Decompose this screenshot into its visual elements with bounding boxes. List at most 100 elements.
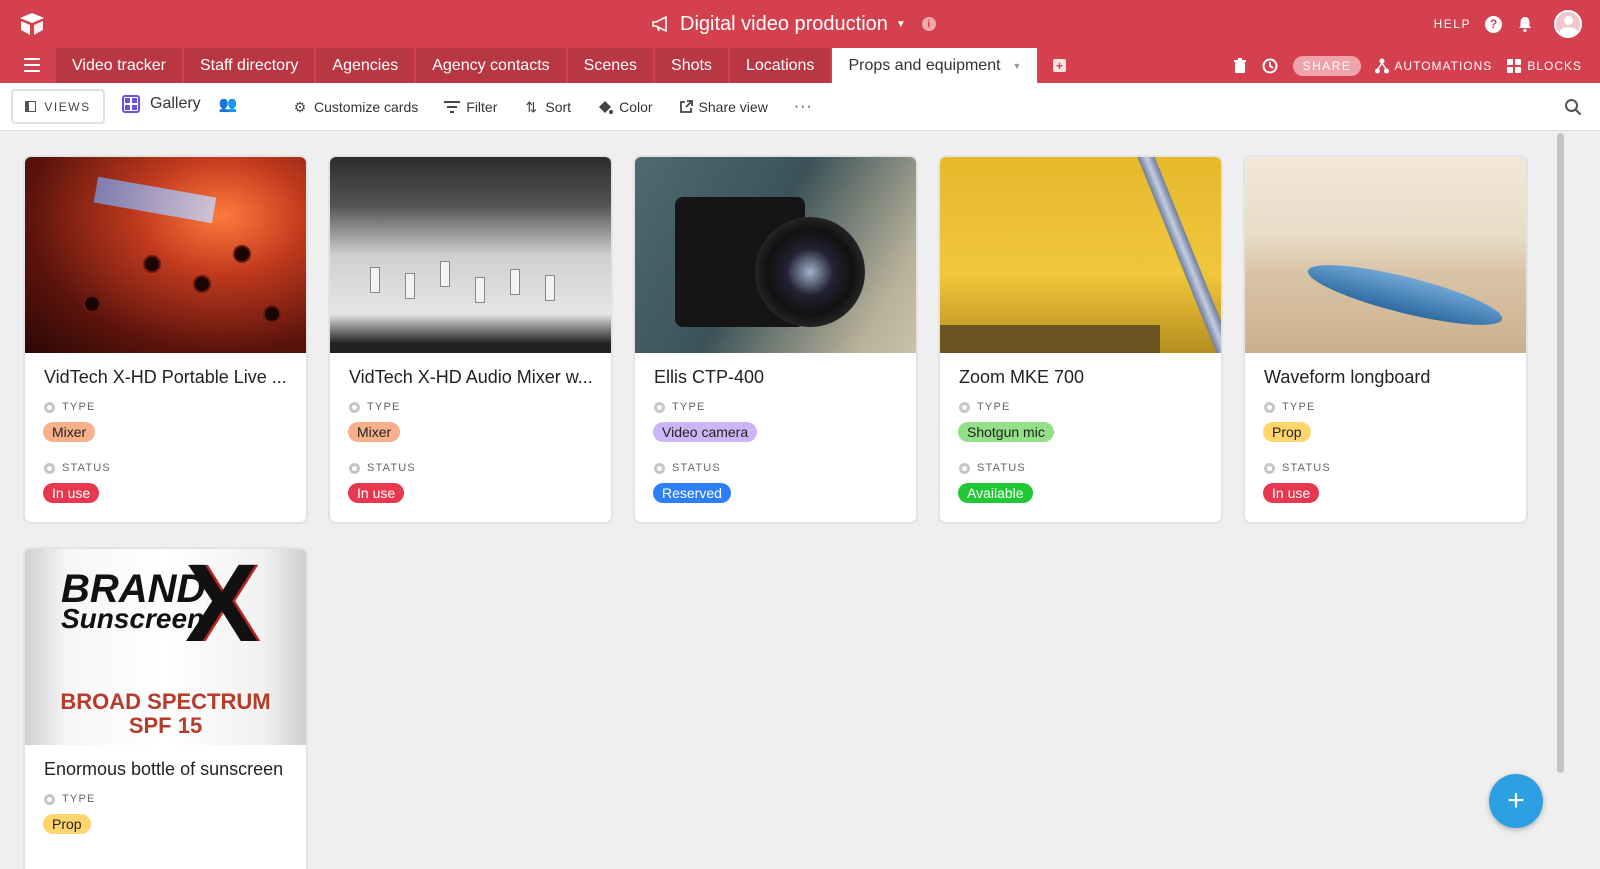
gallery-card[interactable]: Ellis CTP-400 TYPE Video camera STATUS R… [635,157,916,522]
chevron-down-icon[interactable]: ▼ [1013,61,1022,71]
field-type-icon [959,462,970,474]
gallery-card[interactable]: VidTech X-HD Audio Mixer w... TYPE Mixer… [330,157,611,522]
field-type-icon [44,793,55,805]
filter-button[interactable]: Filter [444,99,497,115]
sunscreen-logo-sub: Sunscreen [61,603,205,634]
tab-agency-contacts[interactable]: Agency contacts [416,48,566,83]
tab-label: Props and equipment [848,56,1001,74]
card-cover-image [25,157,306,353]
megaphone-icon [652,16,667,32]
gallery-card[interactable]: X BRAND Sunscreen BROAD SPECTRUM SPF 15 … [25,549,306,869]
avatar[interactable] [1554,10,1582,38]
people-icon[interactable]: 👥 [219,95,238,113]
table-tabs-bar: Video tracker Staff directory Agencies A… [0,48,1600,83]
automations-button[interactable]: AUTOMATIONS [1375,58,1492,74]
card-cover-image [635,157,916,353]
blocks-button[interactable]: BLOCKS [1506,58,1582,74]
history-icon[interactable] [1261,57,1279,75]
gallery-card[interactable]: Zoom MKE 700 TYPE Shotgun mic STATUS Ava… [940,157,1221,522]
field-label-status: STATUS [349,462,416,474]
field-label-text: TYPE [367,401,401,413]
field-label-text: STATUS [62,462,111,474]
search-icon[interactable] [1564,98,1582,116]
field-label-text: STATUS [367,462,416,474]
bell-icon[interactable] [1516,15,1534,33]
tab-label: Locations [745,56,815,74]
help-icon[interactable]: ? [1485,15,1502,33]
tab-props-and-equipment[interactable]: Props and equipment ▼ [832,48,1038,83]
gallery-card[interactable]: Waveform longboard TYPE Prop STATUS In u… [1245,157,1526,522]
tab-label: Agencies [332,56,399,74]
share-button[interactable]: SHARE [1292,55,1362,76]
automations-label: AUTOMATIONS [1394,58,1493,73]
view-switcher[interactable]: Gallery 👥 [122,95,237,113]
add-table-icon: + [1052,59,1066,73]
field-label-text: TYPE [62,793,96,805]
status-pill: In use [348,483,405,503]
base-title-text: Digital video production [680,12,888,35]
vertical-scrollbar[interactable] [1557,133,1564,773]
gallery-card[interactable]: VidTech X-HD Portable Live ... TYPE Mixe… [25,157,306,522]
sidebar-toggle-icon [25,101,37,112]
field-type-icon [654,401,665,413]
share-view-icon [679,100,693,113]
card-title: VidTech X-HD Audio Mixer w... [349,367,593,387]
field-type-icon [1264,462,1275,474]
color-button[interactable]: Color [597,99,653,115]
card-title: Zoom MKE 700 [959,367,1085,387]
gear-icon: ⚙ [293,98,307,115]
sort-button[interactable]: ⇅ Sort [523,99,572,116]
field-type-icon [959,401,970,413]
tab-shots[interactable]: Shots [655,48,728,83]
tab-staff-directory[interactable]: Staff directory [183,48,315,83]
field-type-icon [349,401,360,413]
tab-label: Scenes [583,56,638,74]
card-title: Waveform longboard [1264,367,1431,387]
help-label[interactable]: HELP [1434,17,1471,31]
app-header: Digital video production ▼ i HELP ? [0,0,1600,48]
field-label-type: TYPE [349,401,401,413]
customize-cards-button[interactable]: ⚙ Customize cards [292,98,419,116]
tab-video-tracker[interactable]: Video tracker [56,48,182,83]
field-type-icon [349,462,360,474]
add-record-button[interactable]: + [1489,774,1543,828]
gallery-view: VidTech X-HD Portable Live ... TYPE Mixe… [25,157,1560,869]
type-pill: Mixer [43,422,96,442]
type-pill: Shotgun mic [958,422,1054,442]
field-label-type: TYPE [44,793,96,805]
blocks-icon [1507,58,1522,73]
logo-icon[interactable] [18,11,46,37]
base-title[interactable]: Digital video production ▼ i [652,12,936,36]
view-name: Gallery [150,95,201,112]
tab-locations[interactable]: Locations [729,48,831,83]
color-label: Color [619,99,653,115]
chevron-down-icon[interactable]: ▼ [896,19,906,30]
field-label-status: STATUS [654,462,721,474]
card-cover-image: X BRAND Sunscreen BROAD SPECTRUM SPF 15 [25,549,306,745]
field-label-text: TYPE [1282,401,1316,413]
add-table-button[interactable]: + [1045,48,1073,83]
field-label-type: TYPE [1264,401,1316,413]
card-cover-image [330,157,611,353]
field-label-status: STATUS [1264,462,1331,474]
gallery-icon [122,95,140,113]
filter-label: Filter [466,99,498,115]
status-pill: Available [958,483,1033,503]
more-options-button[interactable]: ··· [794,98,813,116]
card-title: Enormous bottle of sunscreen [44,759,284,779]
field-label-text: TYPE [62,401,96,413]
type-pill: Mixer [348,422,401,442]
tab-agencies[interactable]: Agencies [316,48,415,83]
trash-icon[interactable] [1233,57,1247,74]
field-label-status: STATUS [44,462,111,474]
field-label-status: STATUS [959,462,1026,474]
plus-icon: + [1507,784,1525,817]
share-view-button[interactable]: Share view [679,99,768,115]
views-button[interactable]: VIEWS [11,89,105,124]
hamburger-icon[interactable] [24,58,40,72]
type-pill: Prop [1263,422,1311,442]
tab-scenes[interactable]: Scenes [567,48,654,83]
status-pill: In use [43,483,100,503]
status-pill: Reserved [653,483,731,503]
info-icon[interactable]: i [921,17,936,31]
